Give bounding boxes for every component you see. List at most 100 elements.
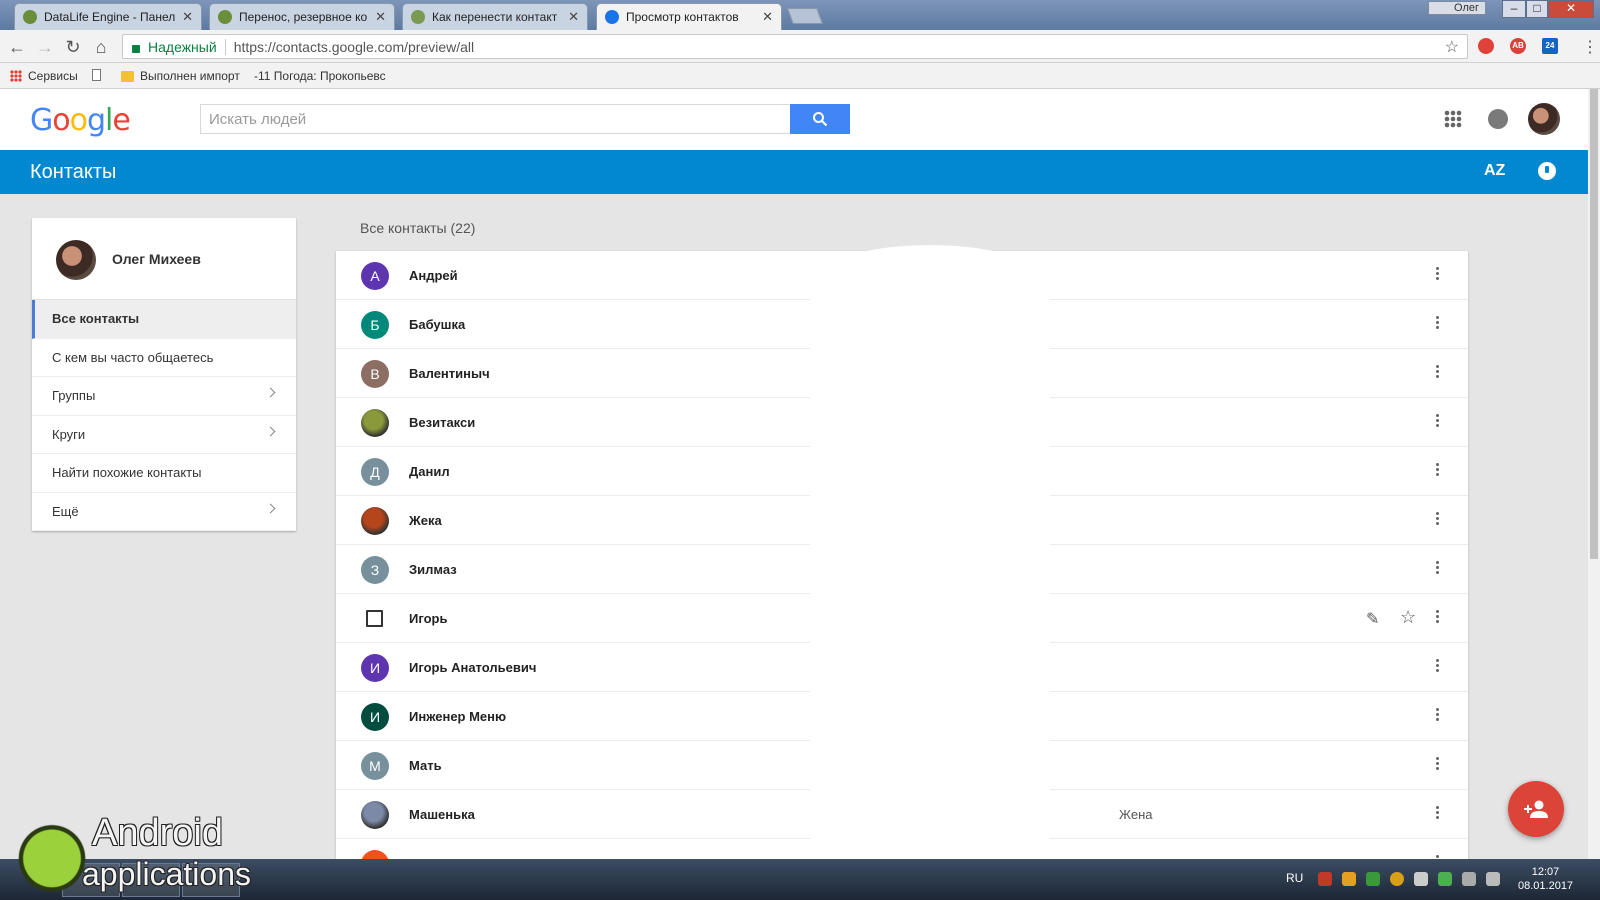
search-button[interactable] [790,104,850,134]
contact-name: Везитакси [409,415,476,430]
more-options-icon[interactable] [1434,804,1440,824]
bookmark-apps[interactable]: Сервисы [10,69,78,83]
search-input[interactable] [201,105,791,133]
more-options-icon[interactable] [1434,412,1440,432]
folder-icon [121,70,134,82]
bookmark-page[interactable] [92,69,105,81]
flag-icon[interactable] [1414,872,1428,886]
sidebar-item[interactable]: Ещё [32,493,296,531]
tray-chrome-icon[interactable] [1390,872,1404,886]
sidebar-item[interactable]: Все контакты [32,300,296,339]
maximize-button[interactable]: □ [1526,0,1548,18]
more-options-icon[interactable] [1434,314,1440,334]
close-tab-icon[interactable]: ✕ [762,9,773,25]
contact-label: Жена [1119,807,1153,822]
minimize-button[interactable]: – [1502,0,1526,18]
secure-label: Надежный [148,38,217,55]
chevron-right-icon [265,387,276,398]
bookmark-imported-folder[interactable]: Выполнен импорт [121,69,240,83]
tab-label: DataLife Engine - Панел [44,10,176,24]
contact-avatar: М [361,752,389,780]
browser-tab[interactable]: Просмотр контактов ✕ [596,3,782,30]
close-window-button[interactable]: ✕ [1548,0,1594,18]
logo-letter: g [86,103,106,138]
more-options-icon[interactable] [1434,608,1440,628]
reload-icon[interactable]: ↻ [62,36,84,58]
new-tab-button[interactable] [787,8,823,24]
address-separator [224,38,226,55]
google-logo[interactable]: Google [30,103,131,138]
close-tab-icon[interactable]: ✕ [375,9,386,25]
close-tab-icon[interactable]: ✕ [182,9,193,25]
contact-name: Жека [409,513,442,528]
sort-az-icon[interactable]: AZ [1484,162,1505,180]
apps-grid-icon[interactable] [1444,110,1462,128]
add-contact-button[interactable] [1508,781,1564,837]
sidebar-item[interactable]: Круги [32,416,296,454]
volume-icon[interactable] [1486,872,1500,886]
favicon-icon [411,10,425,24]
lock-icon [132,44,140,53]
sidebar-item[interactable]: Группы [32,377,296,416]
sidebar-item[interactable]: Найти похожие контакты [32,454,296,493]
address-bar[interactable]: Надежный https://contacts.google.com/pre… [122,34,1468,59]
browser-tab-bar: DataLife Engine - Панел ✕ Перенос, резервн… [0,0,1600,30]
contact-avatar: А [361,262,389,290]
more-options-icon[interactable] [1434,461,1440,481]
tray-app-icon[interactable] [1366,872,1380,886]
more-options-icon[interactable] [1434,559,1440,579]
favicon-icon [605,10,619,24]
app-title: Контакты [30,161,117,183]
logo-letter: o [52,103,70,138]
notifications-icon[interactable] [1488,109,1508,129]
bookmark-apps-label: Сервисы [28,69,78,83]
tray-app-icon[interactable] [1438,872,1452,886]
contact-name: Машенька [409,807,475,822]
more-options-icon[interactable] [1434,755,1440,775]
bookmark-star-icon[interactable]: ☆ [1445,37,1459,57]
sidebar-profile: Олег Михеев [32,218,296,300]
url-text: https://contacts.google.com/preview/all [233,38,475,55]
watermark-line1: Android [92,812,223,854]
logo-letter: o [69,103,88,138]
watermark-line2: applications [82,856,251,892]
bookmark-weather[interactable]: -11 Погода: Прокопьевс [254,69,386,83]
page-scrollbar[interactable] [1588,89,1600,859]
contact-avatar: З [361,556,389,584]
account-avatar[interactable] [1528,103,1560,135]
star-icon[interactable]: ☆ [1400,607,1416,628]
more-options-icon[interactable] [1434,265,1440,285]
more-options-icon[interactable] [1434,510,1440,530]
more-options-icon[interactable] [1434,657,1440,677]
tray-app-icon[interactable] [1318,872,1332,886]
browser-menu-icon[interactable]: ⋮ [1582,37,1598,57]
scrollbar-thumb[interactable] [1590,89,1598,559]
forward-icon[interactable]: → [34,36,56,58]
home-icon[interactable]: ⌂ [90,36,112,58]
network-icon[interactable] [1462,872,1476,886]
sidebar-item-label: Группы [52,388,96,404]
sidebar-item[interactable]: С кем вы часто общаетесь [32,339,296,377]
sidebar: Олег Михеев Все контакты С кем вы часто о… [32,218,296,531]
browser-tab[interactable]: Перенос, резервное ко ✕ [209,3,395,30]
back-icon[interactable]: ← [6,36,28,58]
contact-name: Зилмаз [409,562,457,577]
edit-icon[interactable]: ✎ [1366,609,1379,629]
extension-icon[interactable] [1478,38,1494,54]
extension-icon[interactable]: AB [1510,38,1526,54]
more-options-icon[interactable] [1434,706,1440,726]
browser-tab[interactable]: Как перенести контакт ✕ [402,3,588,30]
clock[interactable]: 12:07 08.01.2017 [1518,865,1573,893]
select-checkbox[interactable] [366,610,383,627]
more-options-icon[interactable] [1434,363,1440,383]
browser-tab[interactable]: DataLife Engine - Панел ✕ [14,3,202,30]
feedback-icon[interactable] [1538,162,1556,180]
contact-photo [361,507,389,535]
tab-label: Как перенести контакт [432,10,558,24]
close-tab-icon[interactable]: ✕ [568,9,579,25]
language-indicator[interactable]: RU [1286,871,1303,885]
extension-icon[interactable]: 24 [1542,38,1558,54]
browser-user-badge[interactable]: Олег [1428,1,1486,15]
tray-app-icon[interactable] [1342,872,1356,886]
contact-photo [361,801,389,829]
